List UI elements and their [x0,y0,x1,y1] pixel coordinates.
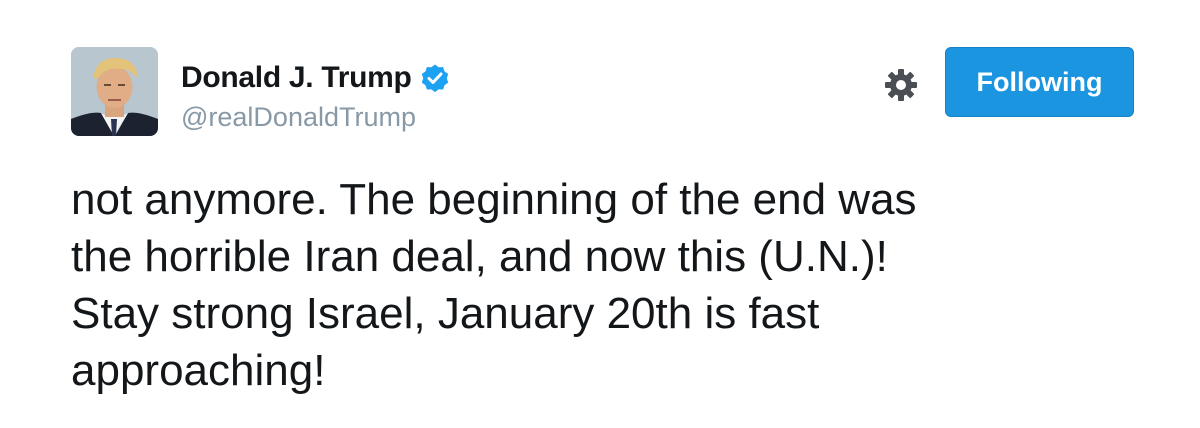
user-handle[interactable]: @realDonaldTrump [181,102,450,133]
display-name[interactable]: Donald J. Trump [181,61,412,95]
profile-photo-icon [71,47,158,136]
tweet-line: approaching! [71,346,326,395]
tweet-line: not anymore. The beginning of the end wa… [71,175,917,224]
tweet-line: Stay strong Israel, January 20th is fast [71,289,820,338]
avatar[interactable] [71,47,158,136]
gear-icon[interactable] [884,68,918,102]
verified-badge-icon [421,64,448,93]
tweet-card: Donald J. Trump @realDonaldTrump Followi… [0,0,1200,428]
tweet-line: the horrible Iran deal, and now this (U.… [71,232,888,281]
tweet-text: not anymore. The beginning of the end wa… [71,171,1151,399]
name-row: Donald J. Trump [181,58,450,98]
user-info: Donald J. Trump @realDonaldTrump [181,58,450,133]
following-button[interactable]: Following [945,47,1134,117]
